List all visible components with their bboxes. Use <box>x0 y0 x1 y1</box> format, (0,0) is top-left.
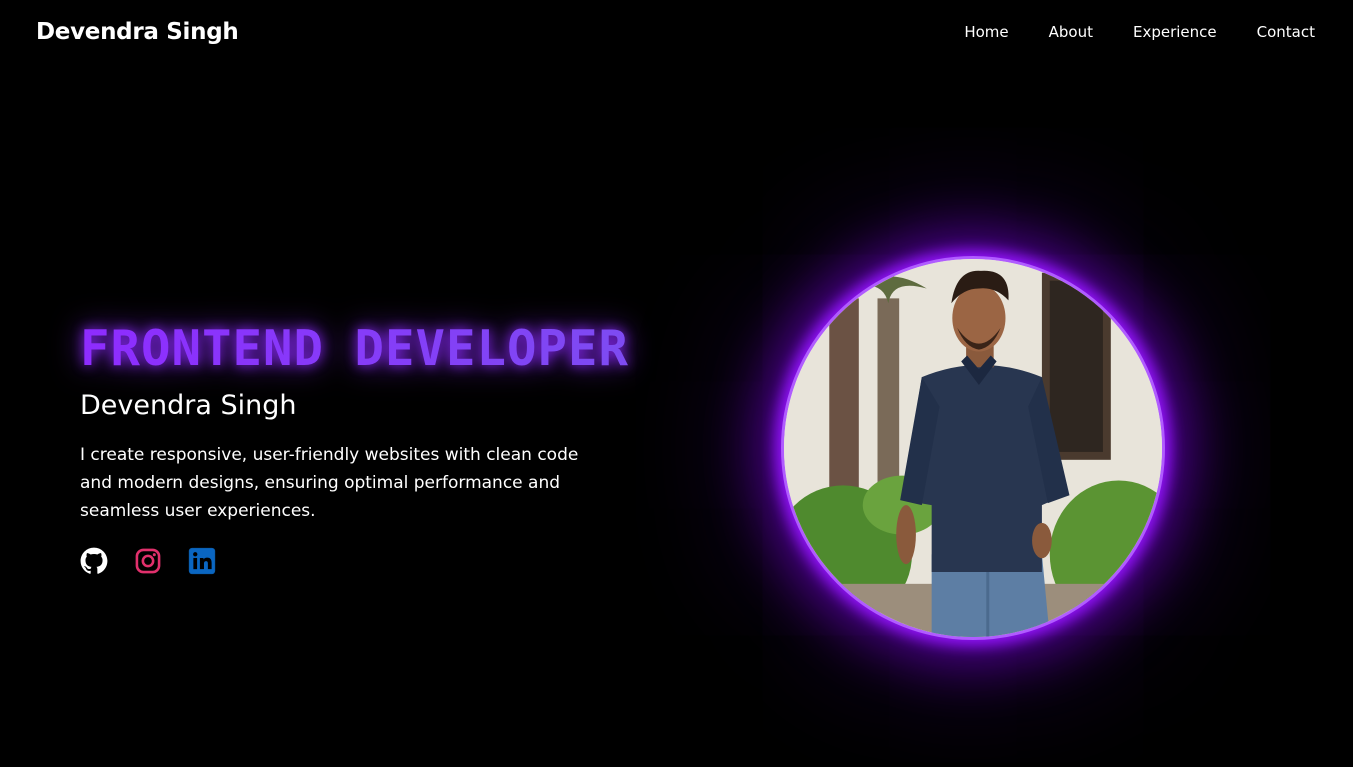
brand-logo[interactable]: Devendra Singh <box>36 19 239 45</box>
nav-about-link[interactable]: About <box>1049 23 1093 41</box>
social-links <box>80 547 216 575</box>
linkedin-link[interactable] <box>188 547 216 575</box>
profile-photo-illustration <box>784 259 1162 637</box>
nav-home-link[interactable]: Home <box>964 23 1008 41</box>
github-icon <box>80 547 108 575</box>
linkedin-icon <box>188 547 216 575</box>
hero-intro: FRONTEND DEVELOPER Devendra Singh I crea… <box>80 318 720 525</box>
instagram-link[interactable] <box>134 547 162 575</box>
profile-photo <box>781 256 1165 640</box>
nav-menu: Home About Experience Contact <box>964 23 1315 41</box>
github-link[interactable] <box>80 547 108 575</box>
navbar: Devendra Singh Home About Experience Con… <box>0 0 1353 66</box>
nav-experience-link[interactable]: Experience <box>1133 23 1217 41</box>
hero-description: I create responsive, user-friendly websi… <box>80 445 579 521</box>
hero-name: Devendra Singh <box>80 390 297 421</box>
role-title: FRONTEND DEVELOPER <box>80 318 720 380</box>
nav-contact-link[interactable]: Contact <box>1257 23 1315 41</box>
instagram-icon <box>134 547 162 575</box>
